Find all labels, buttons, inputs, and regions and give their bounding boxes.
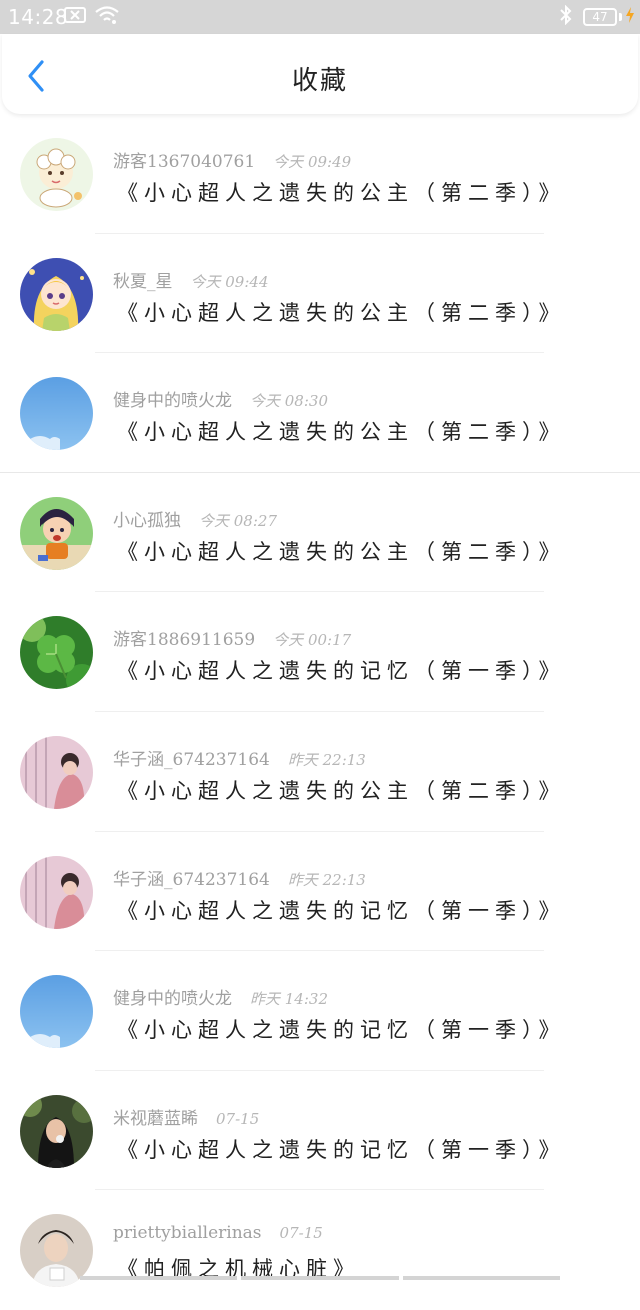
item-time: 07-15 [216, 1109, 260, 1128]
list-item[interactable]: 游客1367040761 今天 09:49 《小心超人之遗失的公主（第二季）》 [0, 114, 640, 234]
close-notification-icon [64, 7, 86, 27]
favorites-list: 游客1367040761 今天 09:49 《小心超人之遗失的公主（第二季）》 秋… [0, 114, 640, 1310]
item-title[interactable]: 《小心超人之遗失的公主（第二季）》 [117, 297, 566, 327]
avatar-blue-sky[interactable] [20, 377, 93, 451]
item-title[interactable]: 《小心超人之遗失的公主（第二季）》 [117, 416, 566, 446]
avatar-girl-photo[interactable] [20, 1094, 93, 1168]
item-username: 游客1886911659 [113, 630, 256, 651]
item-title[interactable]: 《小心超人之遗失的公主（第二季）》 [117, 775, 566, 805]
item-time: 昨天 22:13 [287, 870, 366, 889]
item-username: 游客1367040761 [113, 152, 256, 172]
wifi-icon [94, 5, 120, 29]
avatar-pink-girl[interactable] [20, 735, 93, 809]
item-title[interactable]: 《小心超人之遗失的公主（第二季）》 [117, 177, 566, 207]
status-left-icons [64, 6, 120, 28]
item-username: 小心孤独 [113, 510, 181, 531]
item-time: 昨天 22:13 [287, 750, 366, 769]
item-title[interactable]: 《小心超人之遗失的公主（第二季）》 [117, 536, 566, 566]
item-time: 今天 09:44 [190, 272, 269, 291]
item-username: 华子涵_674237164 [113, 869, 270, 890]
bluetooth-icon [559, 4, 573, 29]
battery-icon: 47 [583, 8, 617, 26]
avatar-boy-cartoon[interactable] [20, 496, 93, 570]
item-meta: 华子涵_674237164 昨天 22:13 [113, 745, 366, 770]
avatar-pink-girl[interactable] [20, 855, 93, 929]
list-item[interactable]: 健身中的喷火龙 今天 08:30 《小心超人之遗失的公主（第二季）》 [0, 353, 640, 473]
list-item[interactable]: 游客1886911659 今天 00:17 《小心超人之遗失的记忆（第一季）》 [0, 592, 640, 712]
item-time: 今天 08:30 [250, 392, 328, 411]
item-time: 今天 00:17 [273, 631, 352, 650]
item-meta: 健身中的喷火龙 今天 08:30 [113, 386, 328, 411]
list-item[interactable]: 秋夏_星 今天 09:44 《小心超人之遗失的公主（第二季）》 [0, 234, 640, 354]
item-username: 米视蘑蓝睎 [113, 1108, 198, 1129]
item-title[interactable]: 《小心超人之遗失的记忆（第一季）》 [117, 1014, 566, 1044]
header-bar: 收藏 [2, 34, 638, 114]
avatar-sheep-cartoon[interactable] [20, 138, 93, 211]
status-right-icons: 47 [559, 4, 634, 29]
battery-level: 47 [592, 10, 608, 24]
item-meta: 小心孤独 今天 08:27 [113, 506, 277, 531]
list-item[interactable]: 小心孤独 今天 08:27 《小心超人之遗失的公主（第二季）》 [0, 473, 640, 593]
item-username: 秋夏_星 [113, 271, 173, 292]
list-item[interactable]: 华子涵_674237164 昨天 22:13 《小心超人之遗失的公主（第二季）》 [0, 712, 640, 832]
avatar-blue-sky[interactable] [20, 975, 93, 1049]
list-item[interactable]: 米视蘑蓝睎 07-15 《小心超人之遗失的记忆（第一季）》 [0, 1071, 640, 1191]
item-time: 07-15 [279, 1224, 323, 1243]
avatar-princess-cartoon[interactable] [20, 257, 93, 331]
list-item[interactable]: 健身中的喷火龙 昨天 14:32 《小心超人之遗失的记忆（第一季）》 [0, 951, 640, 1071]
charging-icon [626, 7, 634, 27]
item-meta: 健身中的喷火龙 昨天 14:32 [113, 984, 328, 1009]
list-item[interactable]: 华子涵_674237164 昨天 22:13 《小心超人之遗失的记忆（第一季）》 [0, 832, 640, 952]
battery-cap [619, 13, 622, 21]
status-bar: 14:28 47 [0, 0, 640, 34]
item-title[interactable]: 《小心超人之遗失的记忆（第一季）》 [117, 655, 566, 685]
item-username: priettybiallerinas [113, 1223, 262, 1244]
item-meta: 游客1367040761 今天 09:49 [113, 147, 351, 172]
avatar-clover[interactable] [20, 616, 93, 690]
item-meta: priettybiallerinas 07-15 [113, 1223, 323, 1243]
item-time: 今天 08:27 [199, 511, 277, 530]
item-title[interactable]: 《小心超人之遗失的记忆（第一季）》 [117, 1134, 566, 1164]
bottom-scroll-handle [80, 1276, 560, 1280]
item-username: 健身中的喷火龙 [113, 391, 232, 412]
item-username: 华子涵_674237164 [113, 749, 270, 770]
item-title[interactable]: 《小心超人之遗失的记忆（第一季）》 [117, 895, 566, 925]
item-time: 昨天 14:32 [250, 990, 328, 1009]
item-meta: 秋夏_星 今天 09:44 [113, 267, 269, 292]
item-meta: 米视蘑蓝睎 07-15 [113, 1104, 259, 1129]
item-username: 健身中的喷火龙 [113, 989, 232, 1010]
item-time: 今天 09:49 [273, 153, 352, 171]
status-time: 14:28 [8, 5, 69, 29]
item-meta: 游客1886911659 今天 00:17 [113, 625, 351, 650]
item-meta: 华子涵_674237164 昨天 22:13 [113, 865, 366, 890]
page-title: 收藏 [291, 66, 348, 96]
list-item[interactable]: priettybiallerinas 07-15 《帕佩之机械心脏》 [0, 1190, 640, 1310]
